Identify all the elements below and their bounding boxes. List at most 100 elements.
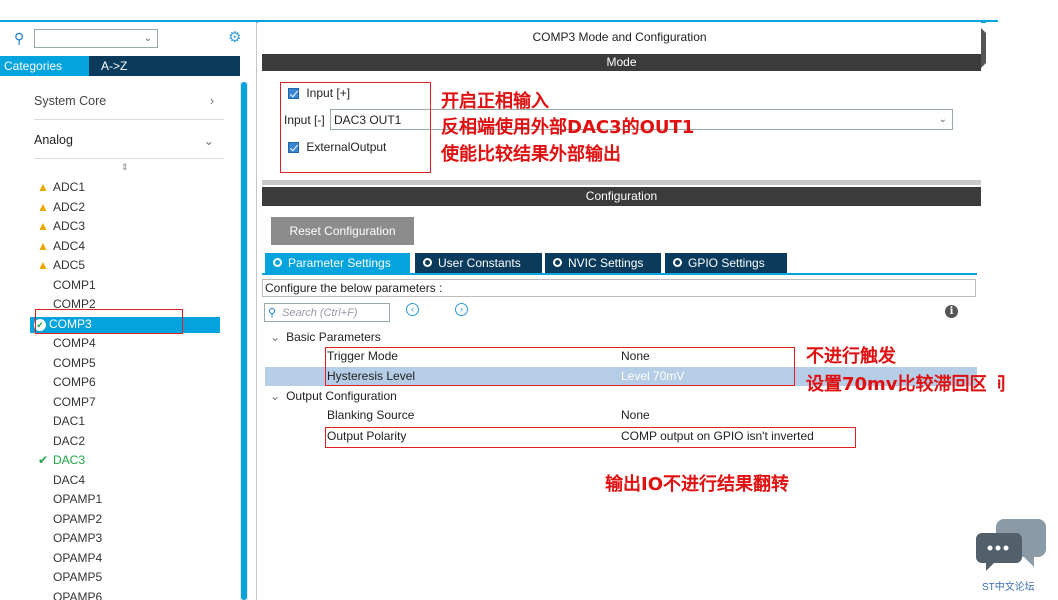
peripheral-item-adc3[interactable]: ▲ ADC3 [36, 219, 85, 235]
tab-label: Parameter Settings [288, 256, 391, 270]
check-icon: ✔ [37, 453, 49, 467]
group-output-configuration[interactable]: ⌄ Output Configuration [270, 387, 397, 406]
peripheral-item-adc2[interactable]: ▲ ADC2 [36, 200, 85, 216]
highlight-box-trigger-hysteresis [325, 347, 795, 386]
annotation-6: 输出IO不进行结果翻转 [605, 474, 789, 495]
warning-icon: ▲ [37, 180, 49, 194]
param-row-blanking-source[interactable]: Blanking Source None [262, 406, 977, 425]
peripheral-item-opamp1[interactable]: OPAMP1 [36, 492, 102, 508]
search-icon: ⚲ [268, 307, 277, 319]
peripheral-label: DAC4 [53, 472, 86, 487]
group-label: Output Configuration [286, 389, 397, 403]
chat-bubble-icon [976, 515, 1046, 585]
peripheral-item-adc5[interactable]: ▲ ADC5 [36, 258, 85, 274]
peripheral-item-adc1[interactable]: ▲ ADC1 [36, 180, 85, 196]
divider [34, 158, 224, 159]
peripheral-label: COMP5 [53, 355, 96, 370]
peripheral-item-opamp3[interactable]: OPAMP3 [36, 531, 102, 547]
tab-label: User Constants [438, 256, 521, 270]
peripheral-label: OPAMP3 [53, 531, 103, 545]
left-scrollbar[interactable] [240, 82, 248, 600]
search-icon: ⚲ [14, 30, 25, 46]
tab-label: NVIC Settings [568, 256, 644, 270]
tab-user-constants[interactable]: User Constants [415, 253, 542, 273]
group-label: Basic Parameters [286, 330, 381, 344]
previous-icon[interactable]: ‹ [406, 303, 419, 316]
tab-a-to-z[interactable]: A->Z [97, 56, 139, 76]
chevron-down-icon: ⌄ [270, 389, 281, 403]
annotation-4: 不进行触发 [806, 346, 896, 367]
peripheral-item-dac4[interactable]: DAC4 [36, 473, 85, 489]
peripheral-label: OPAMP2 [53, 511, 103, 526]
peripheral-item-opamp5[interactable]: OPAMP5 [36, 570, 102, 586]
peripheral-label: OPAMP4 [53, 550, 103, 565]
panel-splitter[interactable] [262, 180, 981, 185]
tab-label: GPIO Settings [688, 256, 765, 270]
param-search-input[interactable]: ⚲ Search (Ctrl+F) [264, 303, 390, 322]
page-title: COMP3 Mode and Configuration [532, 30, 707, 44]
peripheral-label: COMP4 [53, 336, 96, 350]
peripheral-item-dac2[interactable]: DAC2 [36, 434, 85, 450]
annotation-5: 设置70mv比较滞回区间 [806, 374, 1006, 395]
annotation-3: 使能比较结果外部输出 [441, 144, 621, 165]
tab-gpio-settings[interactable]: GPIO Settings [665, 253, 787, 273]
peripheral-item-comp7[interactable]: COMP7 [36, 395, 96, 411]
system-core-category[interactable]: System Core › [34, 94, 214, 116]
peripheral-item-opamp2[interactable]: OPAMP2 [36, 512, 102, 528]
configure-text: Configure the below parameters : [262, 279, 976, 297]
scrollbar-thumb[interactable] [241, 82, 247, 600]
peripheral-label: COMP6 [53, 375, 96, 389]
right-gutter [986, 22, 998, 600]
peripheral-label: ADC4 [53, 238, 86, 253]
sort-icon[interactable]: ⇕ [121, 162, 129, 173]
highlight-box-output-polarity [325, 427, 856, 448]
warning-icon: ▲ [37, 258, 49, 272]
tab-categories[interactable]: Categories [0, 56, 89, 76]
search-input[interactable]: ⌄ [34, 29, 158, 48]
search-placeholder: Search (Ctrl+F) [282, 307, 358, 319]
param-value: None [621, 408, 650, 422]
peripheral-label: ADC2 [53, 199, 86, 214]
peripheral-label: COMP7 [53, 394, 96, 409]
system-core-label: System Core [34, 94, 107, 108]
peripheral-label: ADC1 [53, 180, 86, 194]
peripheral-item-comp4[interactable]: COMP4 [36, 336, 96, 352]
chevron-down-icon[interactable]: ⌄ [144, 33, 152, 44]
chevron-right-icon: › [209, 94, 214, 108]
peripheral-label: DAC2 [53, 433, 86, 448]
info-icon[interactable]: i [945, 305, 958, 318]
warning-icon: ▲ [37, 199, 49, 214]
peripheral-item-dac3[interactable]: ✔ DAC3 [36, 453, 85, 469]
chevron-down-icon: ⌄ [203, 134, 214, 148]
peripheral-item-dac1[interactable]: DAC1 [36, 414, 85, 430]
peripheral-label: ADC5 [53, 258, 86, 272]
peripheral-item-opamp6[interactable]: OPAMP6 [36, 590, 102, 600]
peripheral-item-comp5[interactable]: COMP5 [36, 356, 96, 372]
peripheral-label: ADC3 [53, 219, 86, 233]
highlight-box-mode [280, 82, 431, 173]
peripheral-item-comp6[interactable]: COMP6 [36, 375, 96, 391]
next-icon[interactable]: › [455, 303, 468, 316]
check-circle-icon [273, 258, 282, 267]
tab-parameter-settings[interactable]: Parameter Settings [265, 253, 410, 273]
peripheral-item-adc4[interactable]: ▲ ADC4 [36, 239, 85, 255]
peripheral-label: DAC1 [53, 414, 86, 428]
peripheral-label: OPAMP1 [53, 492, 103, 506]
param-name: Blanking Source [327, 408, 415, 422]
reset-configuration-button[interactable]: Reset Configuration [271, 217, 414, 245]
gear-icon[interactable]: ⚙ [228, 28, 241, 46]
analog-category[interactable]: Analog ⌄ [34, 133, 214, 155]
group-basic-parameters[interactable]: ⌄ Basic Parameters [270, 328, 381, 347]
highlight-box-comp3 [35, 309, 183, 334]
peripheral-item-comp1[interactable]: COMP1 [36, 278, 96, 294]
peripheral-item-opamp4[interactable]: OPAMP4 [36, 551, 102, 567]
watermark-text: ST中文论坛 [982, 582, 1035, 593]
configuration-header: Configuration [262, 187, 981, 206]
analog-label: Analog [34, 133, 73, 147]
chevron-down-icon: ⌄ [270, 330, 281, 344]
tab-nvic-settings[interactable]: NVIC Settings [545, 253, 661, 273]
warning-icon: ▲ [37, 219, 49, 233]
check-circle-icon [673, 258, 682, 267]
annotation-1: 开启正相输入 [441, 91, 549, 112]
annotation-2: 反相端使用外部DAC3的OUT1 [441, 117, 695, 138]
